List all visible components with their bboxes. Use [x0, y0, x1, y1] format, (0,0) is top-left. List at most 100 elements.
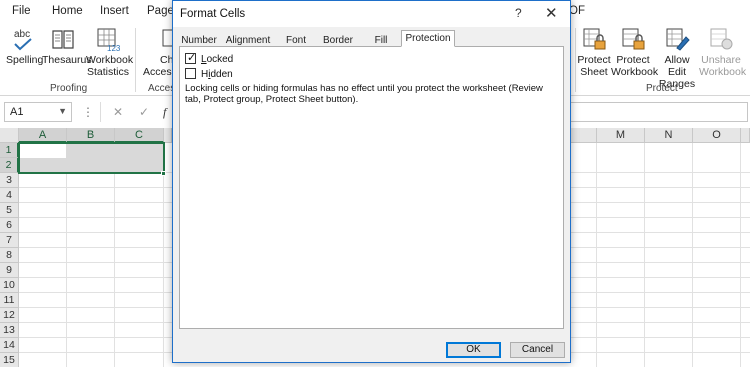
row-header-8[interactable]: 8	[0, 248, 19, 263]
name-box-value: A1	[10, 106, 24, 118]
protect-sheet-label-1: Protect	[577, 54, 611, 66]
workbook-stats-label-1: Workbook	[86, 54, 134, 66]
unshare-workbook-button[interactable]: Unshare Workbook	[699, 26, 747, 78]
column-header-b[interactable]: B	[67, 128, 115, 143]
tab-alignment[interactable]: Alignment	[221, 32, 275, 47]
cancel-icon[interactable]: ✕	[113, 105, 123, 119]
hidden-label[interactable]: Hidden	[201, 69, 233, 80]
dialog-title: Format Cells	[180, 8, 246, 20]
abc-glyph: abc	[14, 29, 30, 40]
group-separator	[575, 28, 576, 92]
allow-edit-label-1: Allow Edit	[664, 54, 690, 78]
column-header-d[interactable]	[164, 128, 172, 143]
unshare-label-2: Workbook	[699, 66, 747, 78]
row-header-9[interactable]: 9	[0, 263, 19, 278]
insert-function-icon[interactable]: f	[163, 105, 166, 120]
protect-sheet-button[interactable]: Protect Sheet	[577, 26, 611, 78]
row-header-2[interactable]: 2	[0, 158, 19, 173]
tab-file[interactable]: File	[12, 5, 31, 17]
allow-edit-ranges-icon	[664, 26, 690, 52]
spelling-button[interactable]: abc Spelling	[6, 26, 44, 66]
check-access-label-1: Ch	[160, 54, 174, 66]
column-header-a[interactable]: A	[19, 128, 67, 143]
gridline	[692, 143, 693, 367]
row-header-4[interactable]: 4	[0, 188, 19, 203]
book-icon	[50, 26, 76, 52]
column-header-c[interactable]: C	[115, 128, 164, 143]
column-header-m[interactable]: M	[597, 128, 645, 143]
check-accessibility-button[interactable]: Ch Access	[143, 26, 177, 78]
gridline	[644, 143, 645, 367]
name-box[interactable]: A1 ▼	[4, 102, 72, 122]
tab-protection[interactable]: Protection	[401, 30, 455, 47]
formula-buttons: ✕ ✓ f	[100, 102, 170, 122]
cancel-button[interactable]: Cancel	[510, 342, 565, 358]
dialog-title-bar: Format Cells ? ✕	[173, 1, 570, 27]
column-header-o[interactable]: O	[693, 128, 741, 143]
fill-handle[interactable]	[161, 171, 166, 176]
help-icon[interactable]: ?	[515, 6, 522, 20]
gridline	[114, 143, 115, 367]
protect-workbook-button[interactable]: Protect Workbook	[611, 26, 659, 78]
protect-group-label: Protect	[646, 83, 678, 94]
selection-border	[18, 142, 165, 174]
format-cells-dialog: Format Cells ? ✕ Number Alignment Font B…	[172, 0, 571, 363]
row-header-12[interactable]: 12	[0, 308, 19, 323]
locked-checkbox[interactable]: ✓	[185, 52, 197, 64]
workbook-stats-label-2: Statistics	[86, 66, 129, 78]
allow-edit-ranges-button[interactable]: Allow Edit Ranges	[655, 26, 699, 90]
row-header-11[interactable]: 11	[0, 293, 19, 308]
protection-panel: ✓ Locked Hidden Locking cells or hiding …	[179, 46, 564, 329]
tab-fill[interactable]: Fill	[361, 32, 401, 47]
more-icon: ⋮	[82, 105, 94, 119]
column-header-p[interactable]	[741, 128, 750, 143]
hidden-checkbox[interactable]	[185, 68, 196, 79]
tab-partial[interactable]: OF	[569, 5, 585, 17]
spelling-icon: abc	[10, 26, 36, 52]
enter-icon[interactable]: ✓	[139, 105, 149, 119]
protect-sheet-label-2: Sheet	[580, 66, 608, 78]
tab-font[interactable]: Font	[277, 32, 315, 47]
row-header-14[interactable]: 14	[0, 338, 19, 353]
protect-workbook-icon	[620, 26, 646, 52]
proofing-group-label: Proofing	[50, 83, 88, 94]
unshare-workbook-icon	[708, 26, 734, 52]
gridline	[163, 143, 164, 367]
workbook-statistics-button[interactable]: 123 Workbook Statistics	[86, 26, 134, 78]
tab-number[interactable]: Number	[179, 32, 219, 47]
row-header-1[interactable]: 1	[0, 143, 19, 158]
protection-note: Locking cells or hiding formulas has no …	[185, 83, 543, 105]
ok-button[interactable]: OK	[446, 342, 501, 358]
column-header-k[interactable]	[571, 128, 597, 143]
tab-insert[interactable]: Insert	[100, 5, 129, 17]
protect-sheet-icon	[581, 26, 607, 52]
thesaurus-label: Thesaurus	[42, 54, 92, 66]
row-header-6[interactable]: 6	[0, 218, 19, 233]
gridline	[596, 143, 597, 367]
spelling-label: Spelling	[6, 54, 44, 66]
group-separator	[135, 28, 136, 92]
row-header-10[interactable]: 10	[0, 278, 19, 293]
row-header-7[interactable]: 7	[0, 233, 19, 248]
stats-number-glyph: 123	[107, 44, 121, 52]
chevron-down-icon[interactable]: ▼	[58, 106, 67, 116]
select-all-corner[interactable]	[0, 128, 19, 143]
row-header-13[interactable]: 13	[0, 323, 19, 338]
check-icon: ✓	[187, 52, 197, 64]
column-header-n[interactable]: N	[645, 128, 693, 143]
row-header-15[interactable]: 15	[0, 353, 19, 367]
close-icon[interactable]: ✕	[545, 4, 558, 22]
protect-workbook-label-2: Workbook	[611, 66, 659, 78]
unshare-label-1: Unshare	[701, 54, 741, 66]
gridline	[740, 143, 741, 367]
locked-label[interactable]: Locked	[201, 54, 233, 65]
thesaurus-button[interactable]: Thesaurus	[42, 26, 92, 66]
gridline	[66, 143, 67, 367]
tab-border[interactable]: Border	[317, 32, 359, 47]
tab-home[interactable]: Home	[52, 5, 83, 17]
formula-input[interactable]	[570, 102, 748, 122]
row-header-3[interactable]: 3	[0, 173, 19, 188]
tab-page-layout[interactable]: Page	[147, 5, 174, 17]
row-header-5[interactable]: 5	[0, 203, 19, 218]
protect-workbook-label-1: Protect	[616, 54, 650, 66]
